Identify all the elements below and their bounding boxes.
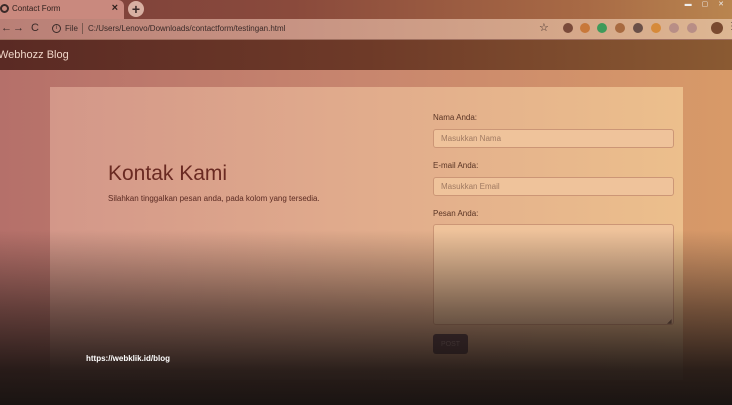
forward-arrow-icon[interactable]: →: [13, 22, 24, 34]
extension-icon[interactable]: [597, 23, 607, 33]
site-brand-link[interactable]: Webhozz Blog: [0, 49, 69, 61]
page-title: Kontak Kami: [108, 162, 228, 185]
extension-icon[interactable]: [615, 23, 625, 33]
browser-menu-icon[interactable]: ⋮: [727, 21, 732, 32]
message-label: Pesan Anda:: [433, 209, 479, 218]
post-button[interactable]: POST: [433, 334, 468, 354]
profile-avatar[interactable]: [711, 22, 723, 34]
tab-title: Contact Form: [12, 4, 61, 13]
back-arrow-icon[interactable]: ←: [1, 22, 12, 34]
extension-icon[interactable]: [563, 23, 573, 33]
address-divider: [82, 23, 83, 34]
info-icon[interactable]: i: [52, 24, 61, 33]
page-subtitle: Silahkan tinggalkan pesan anda, pada kol…: [108, 194, 320, 203]
resize-handle-icon[interactable]: ◢: [667, 318, 672, 325]
email-label: E-mail Anda:: [433, 161, 479, 170]
email-input[interactable]: [433, 177, 674, 196]
name-label: Nama Anda:: [433, 113, 478, 122]
browser-tab[interactable]: Contact Form ×: [0, 0, 124, 19]
extension-icon[interactable]: [633, 23, 643, 33]
browser-tab-strip: Contact Form × + ▬ ▢ ✕: [0, 0, 732, 19]
close-tab-icon[interactable]: ×: [112, 2, 118, 14]
url-scheme-label: File: [65, 24, 78, 33]
site-navbar: Webhozz Blog: [0, 40, 732, 70]
name-input[interactable]: [433, 129, 674, 148]
window-controls[interactable]: ▬ ▢ ✕: [685, 0, 728, 8]
watermark-text: https://webklik.id/blog: [86, 354, 170, 363]
browser-toolbar: ← → C i File C:/Users/Lenovo/Downloads/c…: [0, 19, 732, 40]
extension-icon[interactable]: [687, 23, 697, 33]
message-textarea[interactable]: [433, 224, 674, 325]
extension-icon[interactable]: [651, 23, 661, 33]
address-bar[interactable]: C:/Users/Lenovo/Downloads/contactform/te…: [88, 24, 285, 33]
tab-favicon-icon: [0, 4, 9, 13]
reload-icon[interactable]: C: [31, 22, 39, 34]
extension-icon[interactable]: [580, 23, 590, 33]
bookmark-star-icon[interactable]: ☆: [539, 21, 549, 34]
new-tab-button[interactable]: +: [128, 1, 144, 17]
extension-icon[interactable]: [669, 23, 679, 33]
